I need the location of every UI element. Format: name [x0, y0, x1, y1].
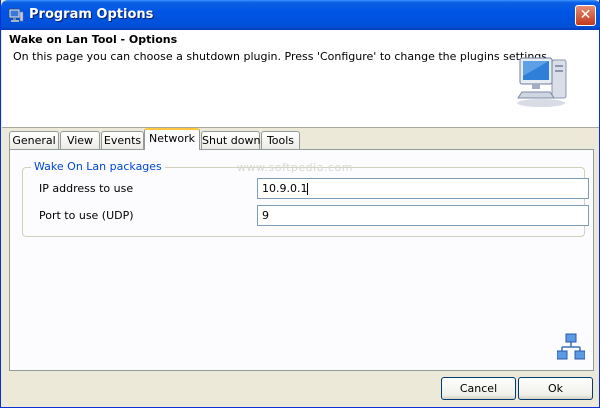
tab-label: General: [12, 134, 56, 147]
port-value: 9: [262, 209, 269, 222]
port-label: Port to use (UDP): [39, 209, 134, 222]
network-tab-panel: Wake On Lan packages IP address to use 1…: [9, 149, 594, 371]
window-title: Program Options: [29, 7, 154, 22]
tab-network[interactable]: Network: [144, 128, 200, 150]
close-button[interactable]: ✕: [575, 5, 596, 26]
wake-on-lan-group: Wake On Lan packages IP address to use 1…: [22, 160, 589, 237]
port-input[interactable]: 9: [257, 205, 589, 226]
tab-label: View: [66, 134, 94, 147]
tab-view[interactable]: View: [60, 131, 100, 149]
ip-address-label: IP address to use: [39, 182, 134, 195]
app-icon: [8, 8, 24, 22]
group-title: Wake On Lan packages: [31, 160, 165, 173]
watermark: www.softpedia.com: [237, 161, 353, 174]
tab-label: Tools: [266, 134, 295, 147]
header-description: On this page you can choose a shutdown p…: [13, 50, 551, 63]
ip-address-value: 10.9.0.1: [262, 182, 308, 195]
cancel-button[interactable]: Cancel: [441, 377, 516, 400]
program-options-window: Program Options ✕ Wake on Lan Tool - Opt…: [0, 0, 600, 408]
tab-label: Shut down: [202, 134, 261, 147]
text-cursor: [307, 183, 309, 195]
ip-address-input[interactable]: 10.9.0.1: [257, 178, 589, 199]
tab-tools[interactable]: Tools: [261, 131, 300, 149]
tab-shut-down[interactable]: Shut down: [201, 131, 260, 149]
header-title: Wake on Lan Tool - Options: [9, 33, 178, 46]
network-icon: [557, 333, 585, 360]
close-icon: ✕: [579, 7, 592, 23]
computer-icon: [517, 57, 567, 107]
tab-events[interactable]: Events: [101, 131, 144, 149]
title-bar[interactable]: Program Options ✕: [1, 0, 600, 30]
ok-button[interactable]: Ok: [518, 377, 593, 400]
options-header: Wake on Lan Tool - Options On this page …: [2, 30, 599, 128]
tab-label: Network: [149, 132, 195, 145]
tab-label: Events: [103, 134, 142, 147]
tab-general[interactable]: General: [9, 131, 59, 149]
